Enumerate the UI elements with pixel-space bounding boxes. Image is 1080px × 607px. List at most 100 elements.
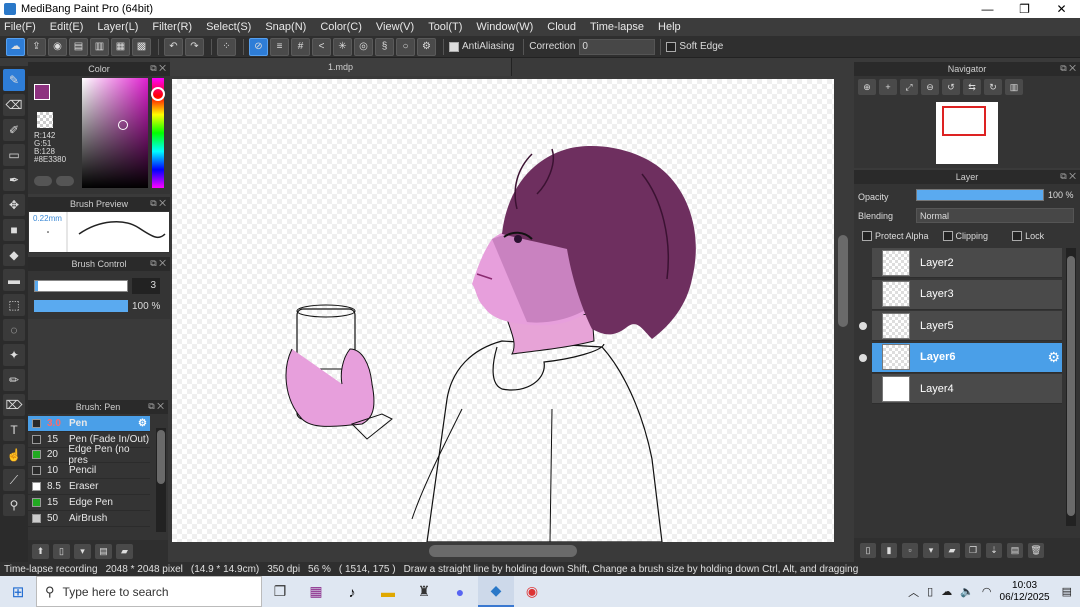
brush-list-scrollbar[interactable] (156, 428, 166, 532)
saturation-value-picker[interactable] (82, 78, 148, 188)
new-brush-icon[interactable]: ▯ (53, 543, 70, 559)
file-explorer-icon[interactable]: ▬ (370, 576, 406, 607)
fill-shape-tool-icon[interactable]: ■ (3, 219, 25, 241)
menu-tool[interactable]: Tool(T) (428, 21, 462, 33)
layer-settings-gear-icon[interactable]: ⚙ (1047, 349, 1060, 366)
layer-item[interactable]: Layer3 (872, 279, 1062, 310)
layer-visibility-icon[interactable] (859, 322, 867, 330)
gradient-tool-icon[interactable]: ▬ (3, 269, 25, 291)
add-layer-menu-icon[interactable]: ▾ (923, 542, 939, 558)
radial-snap-icon[interactable]: ✳ (333, 37, 352, 56)
brush-list-item[interactable]: 50 AirBrush (28, 511, 150, 527)
brush-list-item[interactable]: 3.0 Pen ⚙ (28, 416, 150, 432)
transparent-color-swatch[interactable] (37, 112, 53, 128)
panel-close-icon[interactable]: ⧉ ✕ (150, 258, 166, 269)
deselect-icon[interactable]: ⁘ (217, 37, 236, 56)
select-tool-icon[interactable]: ⬚ (3, 294, 25, 316)
pen-tool-icon[interactable]: ✒ (3, 169, 25, 191)
menu-window[interactable]: Window(W) (476, 21, 533, 33)
select-pen-tool-icon[interactable]: ✏ (3, 369, 25, 391)
discord-icon[interactable]: ● (442, 576, 478, 607)
brush-settings-gear-icon[interactable]: ⚙ (138, 418, 147, 429)
brush-folder-icon[interactable]: ▰ (116, 543, 133, 559)
foreground-color-swatch[interactable] (34, 84, 50, 100)
layer-item[interactable]: Layer2 (872, 248, 1062, 278)
curve-snap-icon[interactable]: § (375, 37, 394, 56)
new-1bit-layer-icon[interactable]: ▫ (902, 542, 918, 558)
onedrive-icon[interactable]: ☁ (941, 585, 952, 598)
duplicate-layer-icon[interactable]: ❐ (965, 542, 981, 558)
menu-help[interactable]: Help (658, 21, 681, 33)
hue-slider-handle[interactable] (151, 87, 165, 101)
drawing-canvas[interactable] (172, 79, 834, 543)
brush-list-item[interactable]: 15 Edge Pen (28, 495, 150, 511)
ellipse-snap-icon[interactable]: ○ (396, 37, 415, 56)
blending-select[interactable]: Normal (916, 208, 1074, 223)
layer-folder-icon[interactable]: ▰ (944, 542, 960, 558)
menu-color[interactable]: Color(C) (320, 21, 362, 33)
game-icon[interactable]: ♜ (406, 576, 442, 607)
antialiasing-checkbox[interactable] (449, 41, 459, 52)
add-brush-icon[interactable]: ⬆ (32, 543, 49, 559)
taskbar-search-box[interactable]: ⚲ Type here to search (36, 576, 262, 607)
menu-timelapse[interactable]: Time-lapse (590, 21, 644, 33)
menu-layer[interactable]: Layer(L) (97, 21, 138, 33)
brush-size-slider[interactable] (34, 280, 128, 292)
menu-select[interactable]: Select(S) (206, 21, 251, 33)
wifi-icon[interactable]: ◠ (982, 585, 992, 598)
menu-file[interactable]: File(F) (4, 21, 36, 33)
color-picker-handle[interactable] (118, 120, 128, 130)
canvas-horizontal-scrollbar[interactable] (172, 543, 835, 559)
brush-list-item[interactable]: 10 Pencil (28, 463, 150, 480)
menu-edit[interactable]: Edit(E) (50, 21, 84, 33)
document-tab[interactable]: 1.mdp (170, 58, 512, 76)
move-tool-icon[interactable]: ✥ (3, 194, 25, 216)
chrome-icon[interactable]: ◉ (514, 576, 550, 607)
magic-wand-tool-icon[interactable]: ✦ (3, 344, 25, 366)
redo-icon[interactable]: ↷ (185, 37, 204, 56)
vanishing-snap-icon[interactable]: < (312, 37, 331, 56)
cloud-icon[interactable]: ☁ (6, 37, 25, 56)
lasso-tool-icon[interactable]: ◌ (3, 319, 25, 341)
zoom-in-icon[interactable]: ⊕ (858, 79, 876, 95)
protect-alpha-checkbox[interactable] (862, 231, 872, 241)
color-mode-icon[interactable] (56, 176, 74, 186)
canvas-vertical-scrollbar[interactable] (835, 79, 851, 542)
operation-tool-icon[interactable]: ☝ (3, 444, 25, 466)
rotate-right-icon[interactable]: ↻ (984, 79, 1002, 95)
medibang-icon[interactable]: ◆ (478, 576, 514, 607)
layer-item[interactable]: Layer4 (872, 374, 1062, 404)
delete-layer-icon[interactable]: 🗑 (1028, 542, 1044, 558)
new-8bit-layer-icon[interactable]: ▮ (881, 542, 897, 558)
brush-tool-icon[interactable]: ✎ (3, 69, 25, 91)
snap-settings-icon[interactable]: ⚙ (417, 37, 436, 56)
tray-chevron-icon[interactable]: ︿ (908, 584, 919, 600)
close-button[interactable]: ✕ (1043, 0, 1080, 18)
navigator-settings-icon[interactable]: ▥ (1005, 79, 1023, 95)
panel-close-icon[interactable]: ⧉ ✕ (1060, 171, 1076, 182)
circle-snap-icon[interactable]: ◎ (354, 37, 373, 56)
task-view-icon[interactable]: ❐ (262, 576, 298, 607)
new-layer-icon[interactable]: ▯ (860, 542, 876, 558)
notification-icon[interactable]: ▤ (1062, 585, 1072, 598)
layer-item[interactable]: Layer5 (872, 311, 1062, 341)
share-icon[interactable]: ⇪ (27, 37, 46, 56)
layer-settings-icon[interactable]: ▤ (1007, 542, 1023, 558)
menu-snap[interactable]: Snap(N) (265, 21, 306, 33)
eraser-tool-icon[interactable]: ⌫ (3, 94, 25, 116)
brush-menu-icon[interactable]: ▾ (74, 543, 91, 559)
panel-close-icon[interactable]: ⧉ ✕ (150, 63, 166, 74)
layer-opacity-slider[interactable] (916, 189, 1044, 201)
layer-visibility-icon[interactable] (859, 353, 867, 362)
tray-device-icon[interactable]: ▯ (927, 585, 933, 598)
volume-icon[interactable]: 🔈 (960, 585, 974, 598)
tiktok-icon[interactable]: ♪ (334, 576, 370, 607)
maximize-button[interactable]: ❐ (1006, 0, 1043, 18)
layer-item[interactable]: Layer6 ⚙ (872, 342, 1062, 373)
brush-list-item[interactable]: 20 Edge Pen (no pres (28, 444, 150, 466)
palette-toggle-icon[interactable] (34, 176, 52, 186)
windows-start-icon[interactable]: ⊞ (0, 576, 36, 607)
winrar-icon[interactable]: ▦ (298, 576, 334, 607)
zoom-in-small-icon[interactable]: + (879, 79, 897, 95)
dot-eraser-tool-icon[interactable]: ✐ (3, 119, 25, 141)
